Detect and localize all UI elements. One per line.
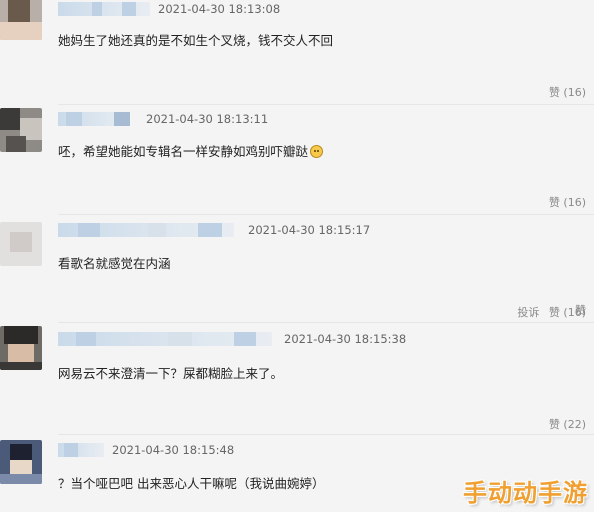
avatar[interactable] <box>0 0 42 40</box>
divider <box>58 434 594 435</box>
comment-actions: 投诉 赞 (16) <box>511 304 586 322</box>
like-label: 赞 <box>548 418 560 431</box>
comment-text-body: 呸，希望她能如专辑名一样安静如鸡别吓瓣跶 <box>58 144 309 159</box>
report-button[interactable]: 投诉 <box>517 306 539 319</box>
divider <box>58 214 594 215</box>
comment-time: 2021-04-30 18:15:48 <box>112 443 235 457</box>
like-count: (16) <box>563 306 586 319</box>
comment-actions: 赞 (22) <box>543 416 586 434</box>
like-label: 赞 <box>548 306 560 319</box>
comment-text: 呸，希望她能如专辑名一样安静如鸡别吓瓣跶 <box>58 142 324 162</box>
like-button[interactable]: 赞 (16) <box>549 196 586 209</box>
like-label: 赞 <box>548 196 560 209</box>
divider <box>58 104 594 105</box>
avatar[interactable] <box>0 326 42 370</box>
username-blurred[interactable] <box>58 223 234 237</box>
avatar[interactable] <box>0 108 42 152</box>
username-blurred[interactable] <box>58 443 104 457</box>
like-button[interactable]: 赞 (16) <box>549 86 586 99</box>
comment-actions: 赞 (16) <box>543 84 586 102</box>
comment-time: 2021-04-30 18:13:08 <box>158 2 281 16</box>
emoji-icon <box>310 145 324 158</box>
comment-text: 网易云不来澄清一下？屎都糊脸上来了。 <box>58 366 284 381</box>
like-button[interactable]: 赞 (22) <box>549 418 586 431</box>
username-blurred[interactable] <box>58 112 130 126</box>
username-blurred[interactable] <box>58 332 272 346</box>
comment-text: ？当个哑巴吧 出来恶心人干嘛呢（我说曲婉婷） <box>58 476 325 491</box>
like-count: (22) <box>563 418 586 431</box>
divider <box>58 322 594 323</box>
like-count: (16) <box>563 86 586 99</box>
watermark-logo: 手动动手游 <box>463 479 588 507</box>
like-label: 赞 <box>548 86 560 99</box>
comment-time: 2021-04-30 18:15:17 <box>248 223 371 237</box>
like-count: (16) <box>563 196 586 209</box>
like-button[interactable]: 赞 (16) <box>549 306 586 319</box>
username-blurred[interactable] <box>58 2 150 16</box>
comment-text: 她妈生了她还真的是不如生个叉烧，钱不交人不回 <box>58 33 334 48</box>
comment-actions: 赞 (16) <box>543 194 586 212</box>
comment-time: 2021-04-30 18:15:38 <box>284 332 407 346</box>
avatar[interactable] <box>0 222 42 266</box>
comment-text: 看歌名就感觉在内涵 <box>58 256 171 271</box>
comment-time: 2021-04-30 18:13:11 <box>146 112 269 126</box>
avatar[interactable] <box>0 440 42 484</box>
